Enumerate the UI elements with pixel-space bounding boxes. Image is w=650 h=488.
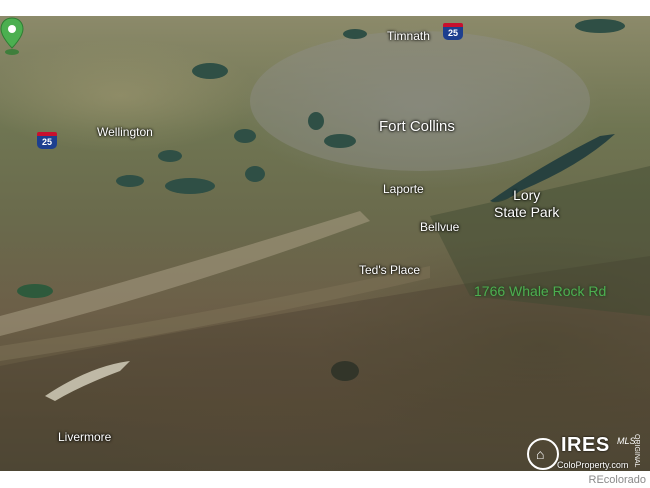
watermark-brand: IRES <box>561 434 610 456</box>
place-label-livermore: Livermore <box>58 430 112 444</box>
interstate-shield-icon: 25 <box>443 23 463 40</box>
urban-area <box>250 31 590 171</box>
ires-watermark: ⌂ IRES MLS ORIGINAL ColoProperty.com <box>525 432 645 471</box>
place-label-laporte: Laporte <box>383 182 424 196</box>
watermark-domain: ColoProperty.com <box>557 460 629 470</box>
place-label-bellvue: Bellvue <box>420 220 460 234</box>
terrain-layer <box>0 19 650 471</box>
place-label-lory-state-park: Lory State Park <box>494 187 560 220</box>
house-icon: ⌂ <box>527 438 559 470</box>
place-label-fort-collins: Fort Collins <box>379 118 455 135</box>
address-label: 1766 Whale Rock Rd <box>474 283 607 299</box>
place-label-teds-place: Ted's Place <box>359 263 420 277</box>
place-label-timnath: Timnath <box>387 29 430 43</box>
watermark-vertical-text: ORIGINAL <box>633 434 640 468</box>
place-label-wellington: Wellington <box>97 125 153 139</box>
map-pin-icon[interactable] <box>0 16 24 56</box>
image-credit: REcolorado <box>588 474 646 486</box>
satellite-map[interactable]: Timnath 25 Wellington 25 Fort Collins La… <box>0 16 650 471</box>
interstate-shield-icon: 25 <box>37 132 57 149</box>
